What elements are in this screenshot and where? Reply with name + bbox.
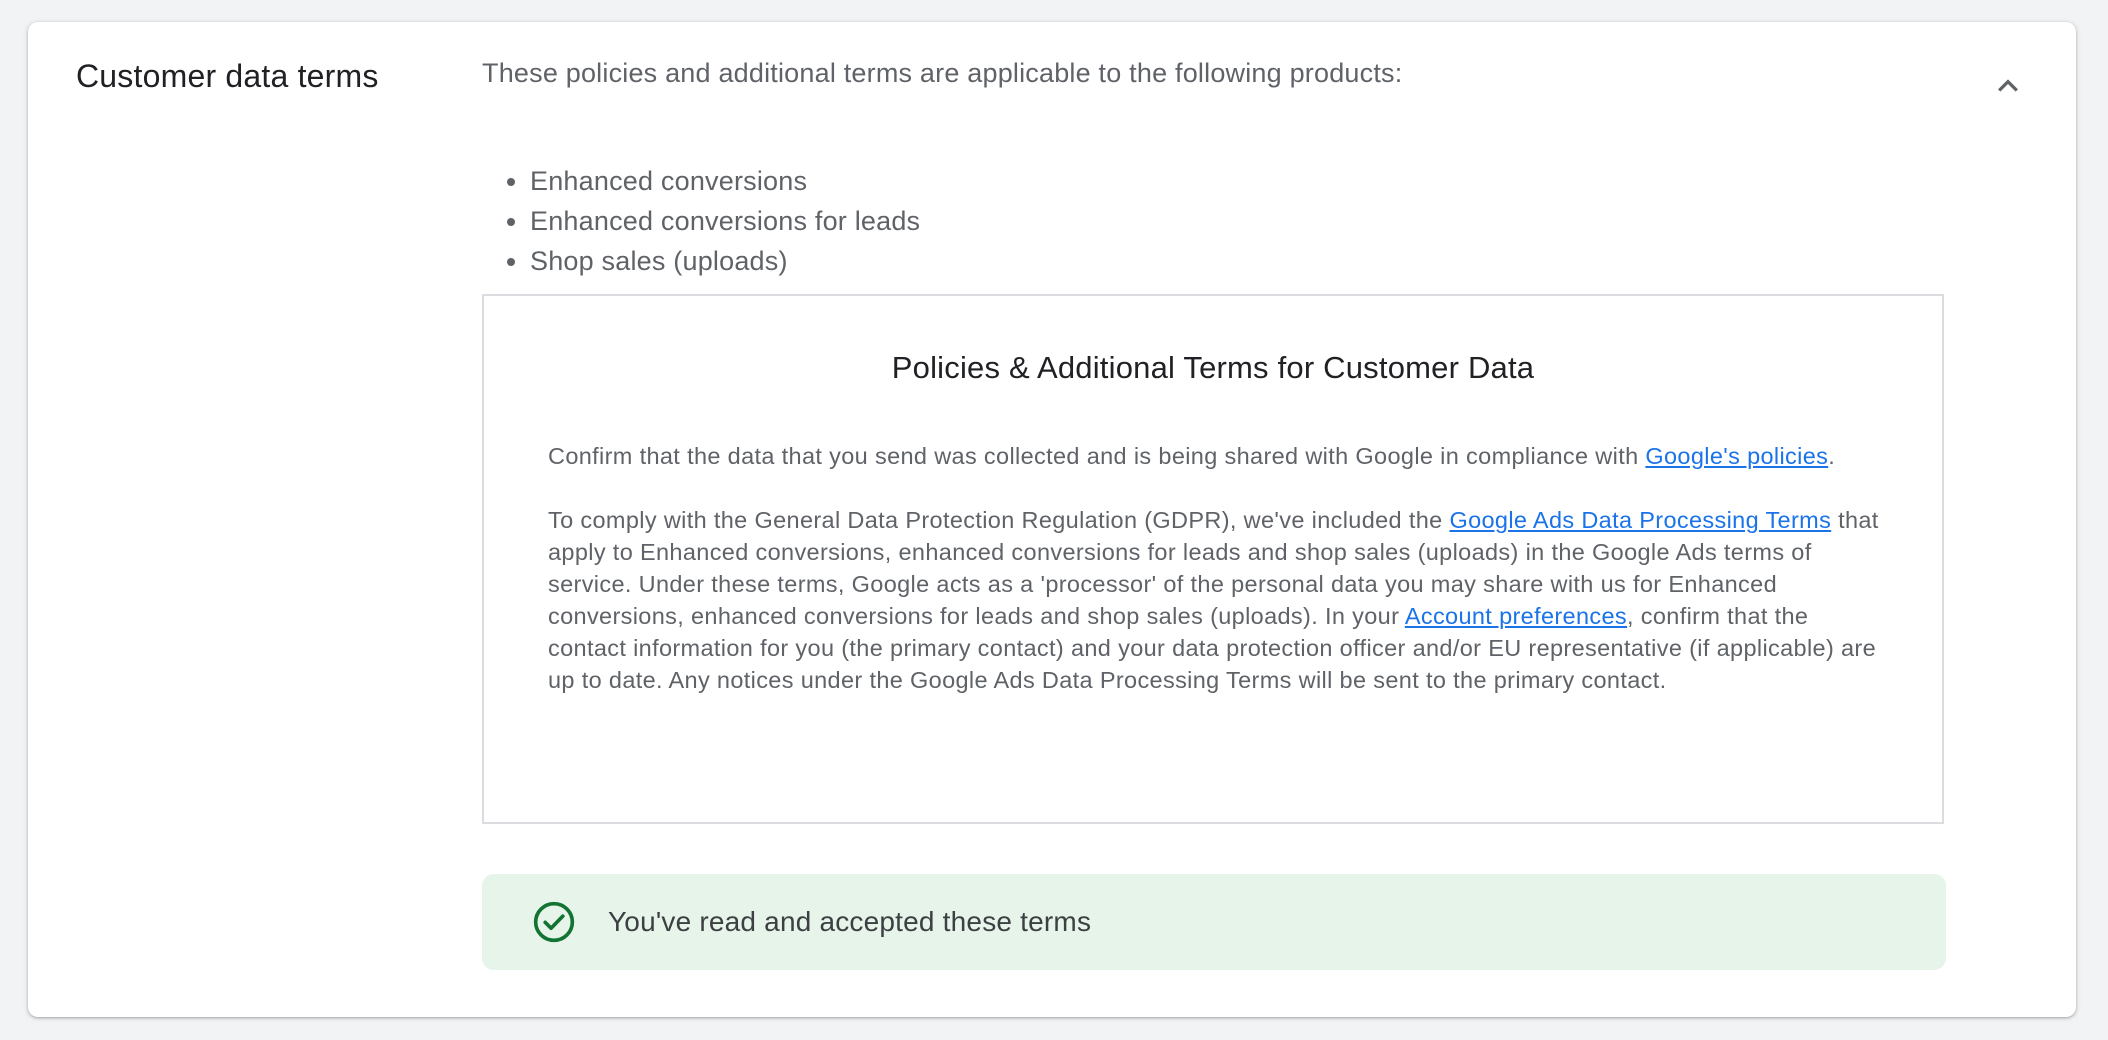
section-title: Customer data terms (76, 58, 379, 94)
accepted-status-banner: You've read and accepted these terms (482, 874, 1946, 970)
data-processing-terms-link[interactable]: Google Ads Data Processing Terms (1449, 507, 1831, 533)
list-item: Shop sales (uploads) (530, 241, 920, 281)
terms-text: Confirm that the data that you send was … (548, 443, 1646, 469)
terms-title: Policies & Additional Terms for Customer… (891, 350, 1535, 385)
account-preferences-link[interactable]: Account preferences (1405, 603, 1627, 629)
terms-text: . (1828, 443, 1836, 469)
product-list: Enhanced conversions Enhanced conversion… (482, 161, 920, 281)
accepted-status-text: You've read and accepted these terms (608, 906, 1092, 937)
terms-paragraph: Confirm that the data that you send was … (548, 440, 1888, 472)
terms-box: Policies & Additional Terms for Customer… (482, 294, 1944, 824)
terms-text: To comply with the General Data Protecti… (548, 507, 1450, 533)
collapse-button[interactable] (1980, 58, 2036, 114)
terms-paragraph: To comply with the General Data Protecti… (548, 504, 1888, 696)
check-circle-icon (532, 900, 576, 944)
list-item: Enhanced conversions (530, 161, 920, 201)
list-item: Enhanced conversions for leads (530, 201, 920, 241)
chevron-up-icon (1998, 79, 2018, 92)
customer-data-terms-card: Customer data terms These policies and a… (28, 22, 2076, 1017)
google-policies-link[interactable]: Google's policies (1645, 443, 1828, 469)
terms-body: Confirm that the data that you send was … (548, 440, 1888, 728)
products-intro: These policies and additional terms are … (482, 58, 1403, 88)
